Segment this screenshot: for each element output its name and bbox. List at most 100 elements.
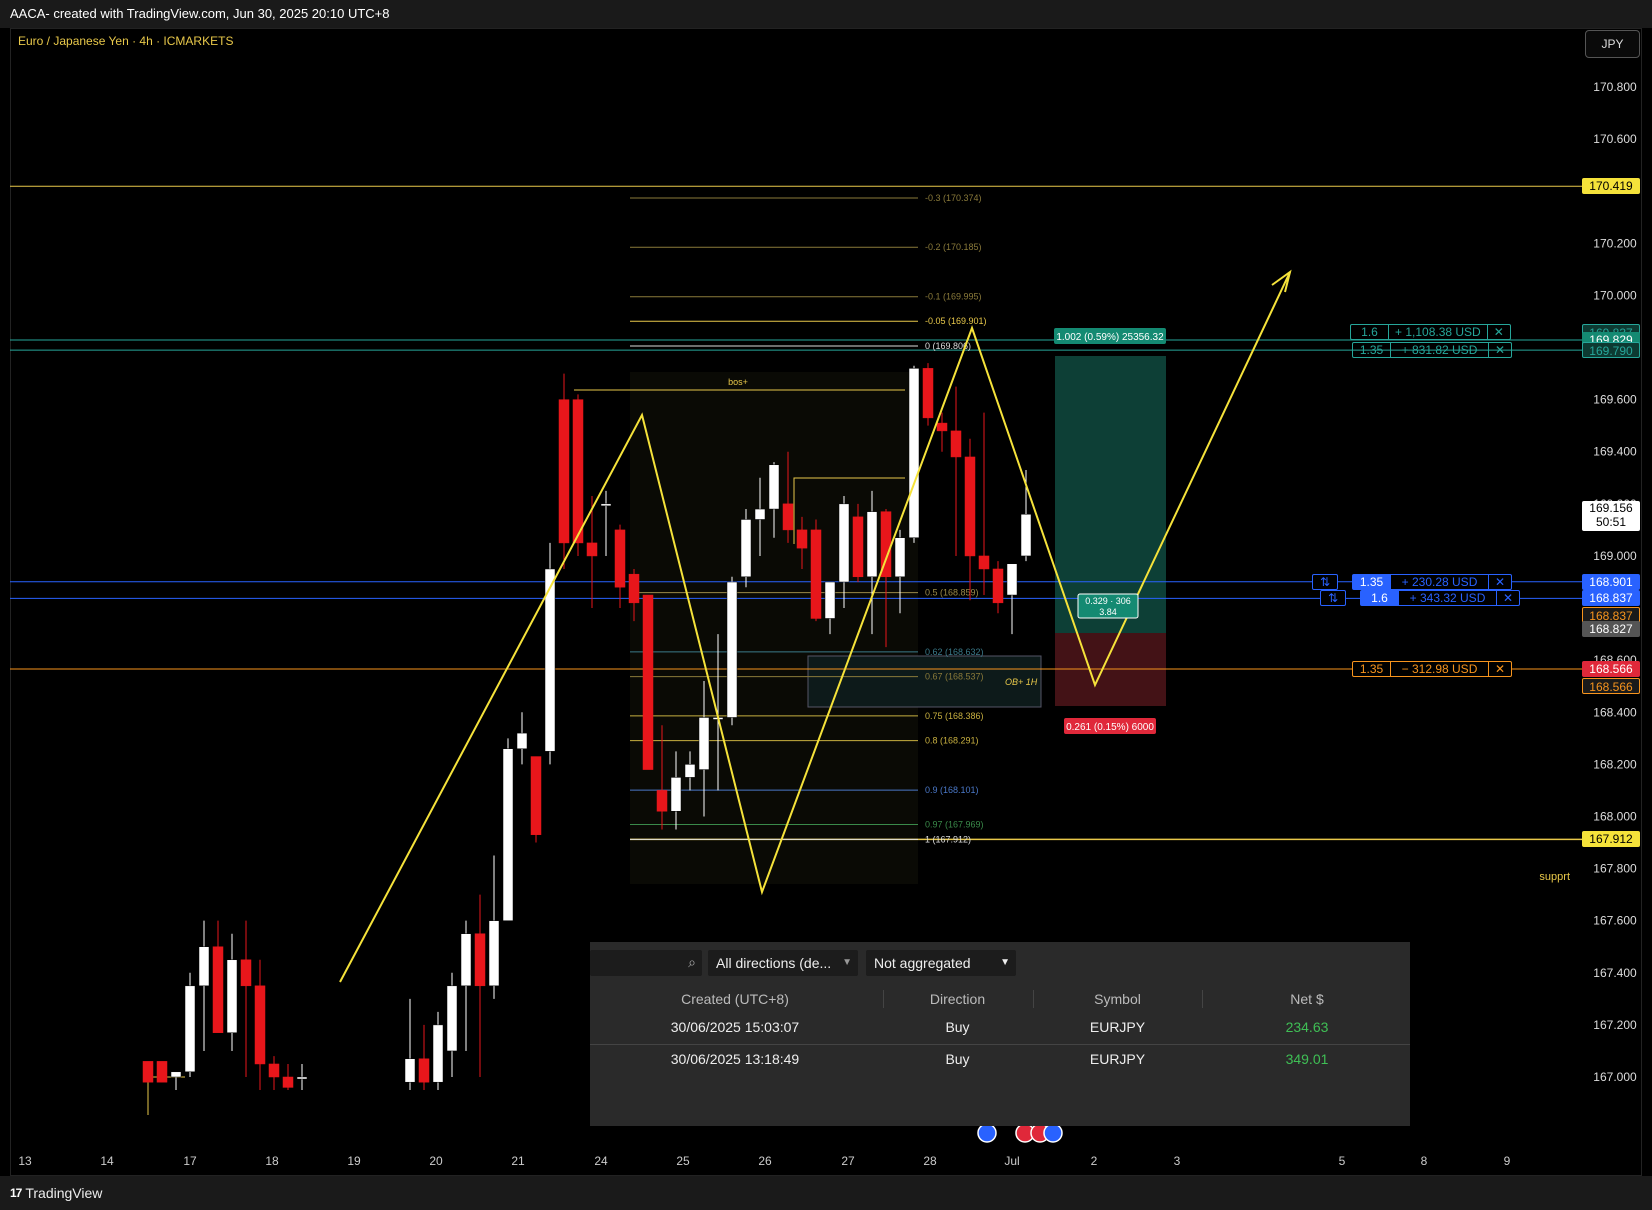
close-position-icon[interactable]: ✕ xyxy=(1489,575,1511,589)
fib-level-label: 0.8 (168.291) xyxy=(925,736,979,746)
bullish-candle xyxy=(296,1076,308,1080)
time-axis-tick: 5 xyxy=(1339,1154,1346,1168)
bearish-candle xyxy=(254,985,266,1065)
take-profit-badge-text: 1.002 (0.59%) 25356.32 xyxy=(1056,332,1164,343)
price-axis-tick: 170.800 xyxy=(1593,80,1637,94)
direction-filter-dropdown[interactable]: All directions (de... ▼ xyxy=(708,950,858,976)
time-axis-tick: 20 xyxy=(429,1154,443,1168)
bullish-candle xyxy=(516,732,528,749)
cell-net: 234.63 xyxy=(1285,1019,1329,1035)
position-label[interactable]: 1.6 + 1,108.38 USD ✕ xyxy=(1350,323,1511,340)
position-pnl: − 312.98 USD xyxy=(1391,662,1489,677)
position-label[interactable]: 1.6 + 343.32 USD ✕ xyxy=(1360,590,1521,607)
price-axis-tick: 169.600 xyxy=(1593,393,1637,407)
fib-level-label: -0.3 (170.374) xyxy=(925,193,982,203)
time-axis-tick: 21 xyxy=(511,1154,525,1168)
economic-event-icon xyxy=(1043,1123,1063,1143)
bearish-candle xyxy=(628,573,640,604)
bullish-candle xyxy=(446,985,458,1052)
orders-panel[interactable]: ⌕ All directions (de... ▼ Not aggregated… xyxy=(590,942,1410,1126)
aggregation-dropdown[interactable]: Not aggregated ▼ xyxy=(866,950,1016,976)
bullish-candle xyxy=(226,959,238,1033)
position-label[interactable]: 1.35 + 230.28 USD ✕ xyxy=(1352,573,1513,590)
bullish-candle xyxy=(600,503,612,507)
bearish-candle xyxy=(530,756,542,835)
price-axis-tick: 168.400 xyxy=(1593,705,1637,719)
cell-symbol: EURJPY xyxy=(1089,1051,1146,1067)
tradingview-logo-icon: 17 xyxy=(10,1186,22,1200)
bullish-candle xyxy=(740,519,752,578)
bullish-candle xyxy=(170,1071,182,1078)
bullish-candle xyxy=(684,764,696,778)
bearish-candle xyxy=(558,399,570,544)
position-pnl: + 1,108.38 USD xyxy=(1389,324,1488,339)
position-pnl: + 343.32 USD xyxy=(1399,591,1497,606)
bearish-candle xyxy=(782,503,794,531)
close-position-icon[interactable]: ✕ xyxy=(1497,591,1519,605)
fib-level-label: 0.75 (168.386) xyxy=(925,711,984,721)
bullish-candle xyxy=(726,581,738,718)
price-axis-label: 168.837 xyxy=(1582,590,1640,607)
current-price-label: 169.156 50:51 xyxy=(1582,501,1640,532)
price-axis-tick: 167.000 xyxy=(1593,1070,1637,1084)
close-position-icon[interactable]: ✕ xyxy=(1489,343,1511,357)
column-header-created[interactable]: Created (UTC+8) xyxy=(590,986,880,1012)
bullish-candle xyxy=(1020,514,1032,557)
price-axis-tick: 169.000 xyxy=(1593,549,1637,563)
support-label: supprt xyxy=(1539,871,1570,883)
tradingview-brand[interactable]: 17 TradingView xyxy=(10,1185,102,1201)
table-row[interactable]: 30/06/2025 13:18:49 Buy EURJPY 349.01 xyxy=(590,1044,1410,1076)
time-axis-tick: 28 xyxy=(923,1154,937,1168)
reverse-position-button[interactable]: ⇅ xyxy=(1320,590,1346,607)
close-position-icon[interactable]: ✕ xyxy=(1489,662,1511,676)
column-header-direction[interactable]: Direction xyxy=(885,986,1030,1012)
column-header-net[interactable]: Net $ xyxy=(1204,986,1410,1012)
bearish-candle xyxy=(642,594,654,770)
cell-symbol: EURJPY xyxy=(1089,1019,1146,1035)
range-line xyxy=(147,1076,185,1115)
position-label[interactable]: 1.35 + 831.82 USD ✕ xyxy=(1352,342,1513,359)
bullish-candle xyxy=(838,503,850,583)
search-input[interactable]: ⌕ xyxy=(590,950,702,976)
column-divider[interactable] xyxy=(1033,990,1034,1008)
bullish-candle xyxy=(184,985,196,1073)
chevron-down-icon: ▼ xyxy=(1000,957,1010,968)
brand-name: TradingView xyxy=(25,1185,103,1201)
bearish-candle xyxy=(156,1061,168,1083)
bearish-candle xyxy=(586,542,598,557)
cell-created: 30/06/2025 13:18:49 xyxy=(670,1051,800,1067)
bearish-candle xyxy=(852,516,864,578)
order-block-label: OB+ 1H xyxy=(1005,677,1038,687)
risk-reward-text: 3.84 xyxy=(1099,607,1117,617)
bullish-candle xyxy=(404,1058,416,1083)
stop-loss-badge-text: 0.261 (0.15%) 6000 xyxy=(1066,722,1154,733)
direction-filter-value: All directions (de... xyxy=(716,955,832,971)
reverse-position-button[interactable]: ⇅ xyxy=(1312,573,1338,590)
time-axis-tick: 13 xyxy=(18,1154,32,1168)
price-axis-label: 169.790 xyxy=(1582,342,1640,359)
table-row[interactable]: 30/06/2025 15:03:07 Buy EURJPY 234.63 xyxy=(590,1012,1410,1044)
position-quantity: 1.6 xyxy=(1361,591,1399,606)
currency-button[interactable]: JPY xyxy=(1585,30,1640,58)
price-axis-tick: 170.000 xyxy=(1593,288,1637,302)
footer-bar: 17 TradingView xyxy=(0,1176,1652,1210)
current-price: 169.156 xyxy=(1589,501,1633,516)
cell-net: 349.01 xyxy=(1285,1051,1329,1067)
bullish-candle xyxy=(824,581,836,619)
search-icon[interactable]: ⌕ xyxy=(688,954,696,971)
price-axis-tick: 167.800 xyxy=(1593,862,1637,876)
column-divider[interactable] xyxy=(1202,990,1203,1008)
close-position-icon[interactable]: ✕ xyxy=(1488,325,1510,339)
fib-level-label: -0.05 (169.901) xyxy=(925,316,987,326)
column-divider[interactable] xyxy=(883,990,884,1008)
position-quantity: 1.35 xyxy=(1353,343,1391,358)
bullish-candle xyxy=(488,920,500,987)
price-axis-tick: 168.200 xyxy=(1593,757,1637,771)
symbol-title[interactable]: Euro / Japanese Yen · 4h · ICMARKETS xyxy=(18,34,233,48)
time-axis-tick: 2 xyxy=(1091,1154,1098,1168)
column-header-symbol[interactable]: Symbol xyxy=(1035,986,1200,1012)
position-quantity: 1.6 xyxy=(1351,324,1389,339)
position-label[interactable]: 1.35− 312.98 USD ✕ xyxy=(1352,661,1513,678)
bullish-candle xyxy=(1006,563,1018,596)
bearish-candle xyxy=(212,946,224,1033)
